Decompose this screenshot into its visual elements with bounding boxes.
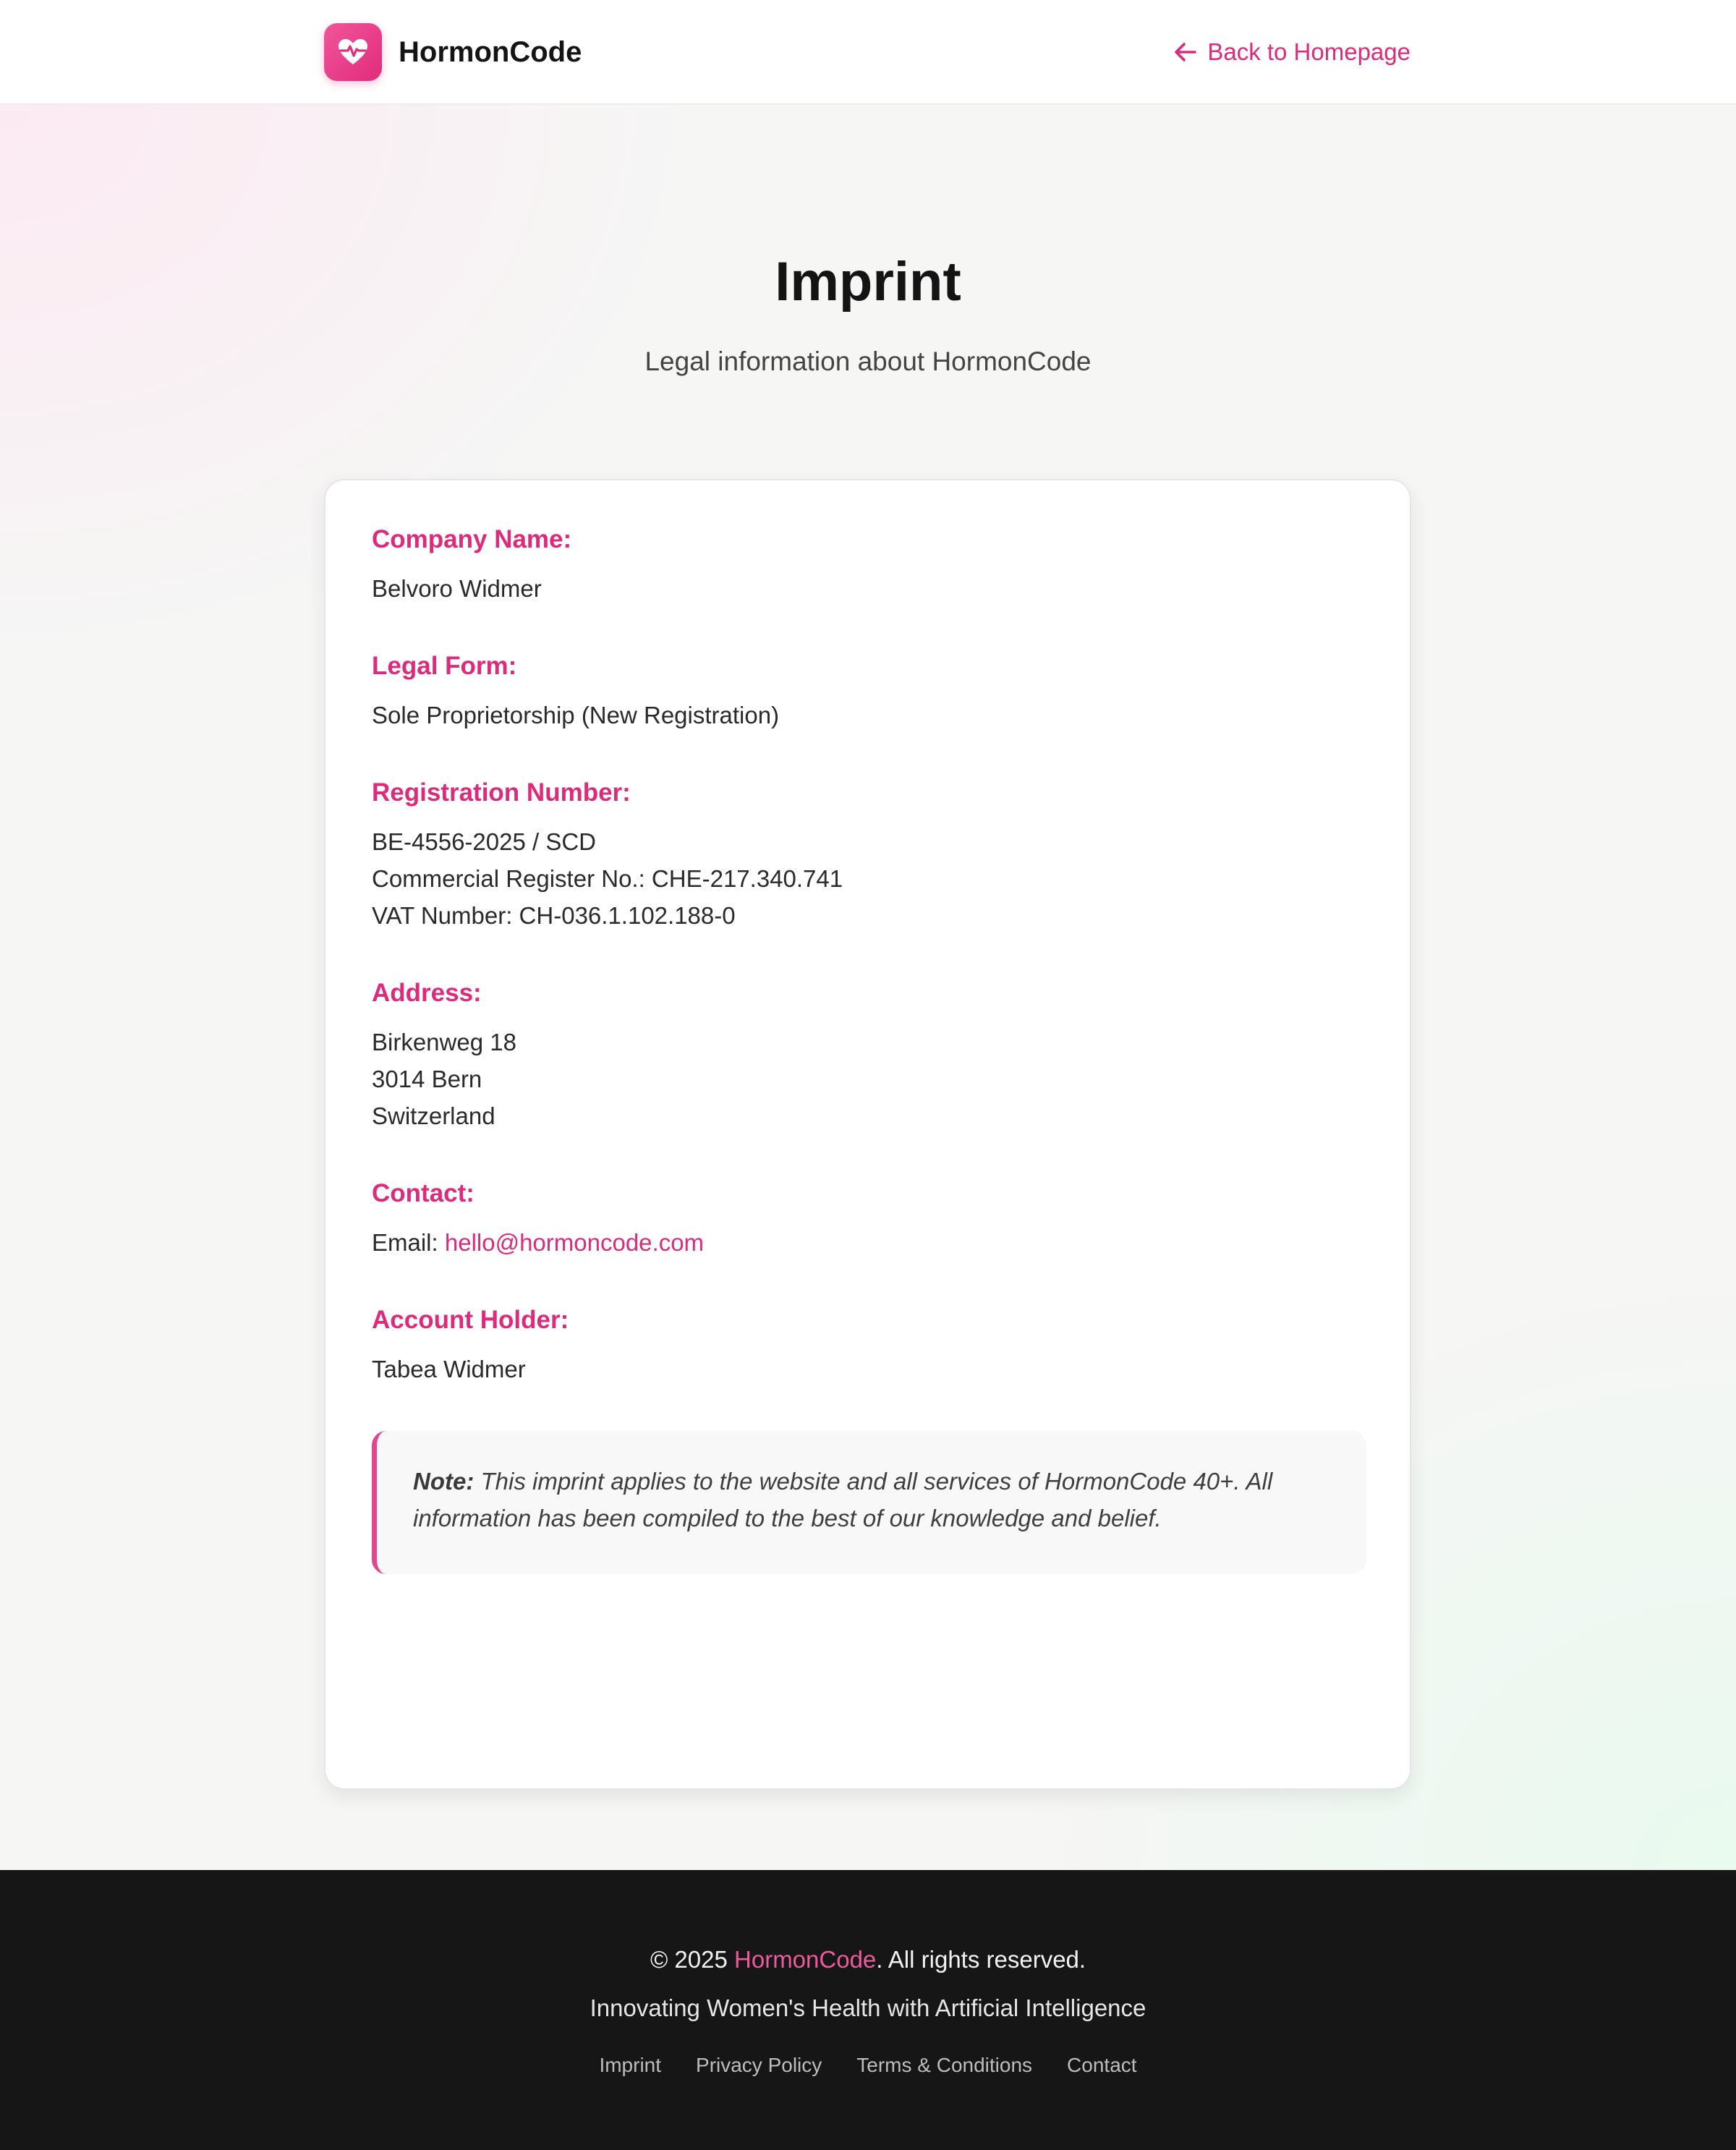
note-box: Note: This imprint applies to the websit… bbox=[372, 1431, 1366, 1574]
address-country: Switzerland bbox=[372, 1102, 495, 1129]
email-label: Email: bbox=[372, 1229, 445, 1256]
section-heading: Company Name: bbox=[372, 525, 572, 553]
section-heading: Account Holder: bbox=[372, 1306, 569, 1334]
copyright-prefix: © 2025 bbox=[650, 1946, 735, 1973]
copyright: © 2025 HormonCode. All rights reserved. bbox=[0, 1942, 1736, 1977]
heart-pulse-icon[interactable] bbox=[324, 23, 382, 81]
section-heading: Legal Form: bbox=[372, 652, 517, 680]
back-to-homepage-link[interactable]: Back to Homepage bbox=[1174, 32, 1410, 72]
email-link[interactable]: hello@hormoncode.com bbox=[445, 1229, 704, 1256]
section-heading: Address: bbox=[372, 979, 482, 1007]
note-text: This imprint applies to the website and … bbox=[413, 1468, 1273, 1531]
page-subtitle: Legal information about HormonCode bbox=[644, 347, 1092, 376]
brand-name[interactable]: HormonCode bbox=[399, 32, 582, 72]
contact-email-line: Email: hello@hormoncode.com bbox=[372, 1224, 1363, 1261]
footer-links: Imprint Privacy Policy Terms & Condition… bbox=[0, 2051, 1736, 2080]
page-title: Imprint bbox=[775, 251, 961, 313]
copyright-brand: HormonCode bbox=[734, 1946, 877, 1973]
section-legal-form: Legal Form: Sole Proprietorship (New Reg… bbox=[372, 650, 1363, 734]
section-company-name: Company Name: Belvoro Widmer bbox=[372, 524, 1363, 607]
footer-link-imprint[interactable]: Imprint bbox=[599, 2051, 661, 2080]
footer-link-privacy-policy[interactable]: Privacy Policy bbox=[696, 2051, 822, 2080]
back-link-label: Back to Homepage bbox=[1207, 38, 1410, 65]
site-header: HormonCode Back to Homepage bbox=[0, 0, 1736, 105]
section-address: Address: Birkenweg 18 3014 Bern Switzerl… bbox=[372, 977, 1363, 1134]
vat-number-value: VAT Number: CH-036.1.102.188-0 bbox=[372, 902, 736, 929]
address-street: Birkenweg 18 bbox=[372, 1029, 516, 1055]
section-heading: Contact: bbox=[372, 1179, 475, 1207]
footer-tagline: Innovating Women's Health with Artificia… bbox=[590, 1994, 1146, 2021]
section-account-holder: Account Holder: Tabea Widmer bbox=[372, 1304, 1363, 1388]
legal-form-value: Sole Proprietorship (New Registration) bbox=[372, 702, 780, 728]
section-contact: Contact: Email: hello@hormoncode.com bbox=[372, 1178, 1363, 1261]
copyright-suffix: . All rights reserved. bbox=[876, 1946, 1086, 1973]
company-name-value: Belvoro Widmer bbox=[372, 575, 542, 602]
footer-link-contact[interactable]: Contact bbox=[1067, 2051, 1137, 2080]
section-registration-number: Registration Number: BE-4556-2025 / SCD … bbox=[372, 777, 1363, 934]
section-heading: Registration Number: bbox=[372, 778, 631, 807]
commercial-register-value: Commercial Register No.: CHE-217.340.741 bbox=[372, 865, 843, 892]
main-content: Imprint Legal information about HormonCo… bbox=[0, 105, 1736, 1870]
site-footer: © 2025 HormonCode. All rights reserved. … bbox=[0, 1870, 1736, 2150]
imprint-card: Company Name: Belvoro Widmer Legal Form:… bbox=[324, 479, 1411, 1790]
registration-number-value: BE-4556-2025 / SCD bbox=[372, 828, 597, 855]
arrow-left-icon bbox=[1174, 41, 1197, 63]
footer-link-terms-conditions[interactable]: Terms & Conditions bbox=[856, 2051, 1032, 2080]
address-city: 3014 Bern bbox=[372, 1066, 482, 1092]
account-holder-value: Tabea Widmer bbox=[372, 1356, 526, 1382]
note-label: Note: bbox=[413, 1468, 475, 1495]
